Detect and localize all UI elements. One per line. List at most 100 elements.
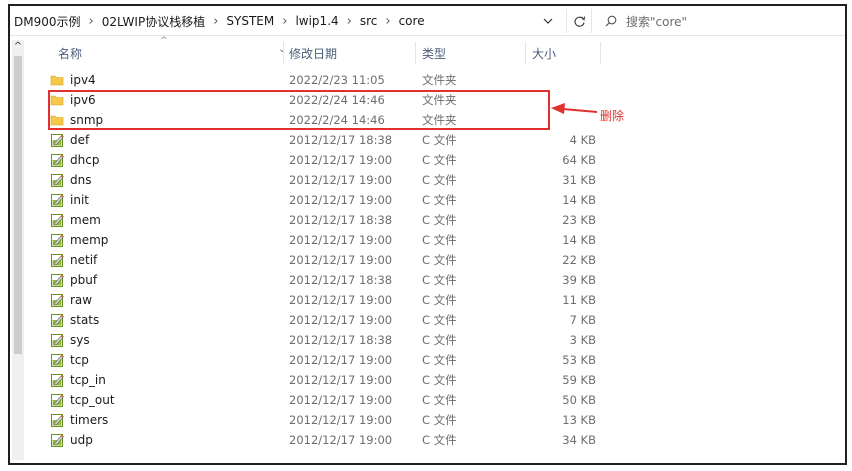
file-type: C 文件 [422, 233, 457, 247]
file-row[interactable]: tcp 2012/12/17 19:00 C 文件 53 KB [10, 350, 845, 370]
file-modified-date: 2012/12/17 19:00 [289, 393, 393, 407]
column-divider[interactable] [415, 42, 416, 64]
scroll-up-arrow-icon[interactable]: ^ [12, 40, 24, 54]
file-size [530, 70, 596, 90]
chevron-right-icon[interactable]: › [385, 14, 390, 29]
file-name: def [70, 133, 90, 147]
file-modified-date: 2022/2/23 11:05 [289, 73, 385, 87]
file-type: C 文件 [422, 293, 457, 307]
folder-icon [50, 70, 66, 90]
address-bar-row: DM900示例 › 02LWIP协议栈移植 › SYSTEM › lwip1.4… [10, 6, 845, 36]
file-row[interactable]: sys 2012/12/17 18:38 C 文件 3 KB [10, 330, 845, 350]
file-type: C 文件 [422, 333, 457, 347]
file-row[interactable]: netif 2012/12/17 19:00 C 文件 22 KB [10, 250, 845, 270]
file-modified-date: 2012/12/17 19:00 [289, 233, 393, 247]
file-modified-date: 2012/12/17 19:00 [289, 353, 393, 367]
file-size: 13 KB [562, 413, 596, 427]
c-file-icon [50, 370, 66, 390]
annotation-highlight-box [48, 90, 550, 130]
file-modified-date: 2012/12/17 18:38 [289, 213, 393, 227]
search-input[interactable]: 搜索"core" [626, 13, 687, 30]
file-name: netif [70, 253, 98, 267]
c-file-icon [50, 210, 66, 230]
file-size: 59 KB [562, 373, 596, 387]
breadcrumb-item[interactable]: 02LWIP协议栈移植 [102, 13, 206, 30]
file-name: tcp_out [70, 393, 115, 407]
chevron-right-icon[interactable]: › [213, 14, 218, 29]
file-name: udp [70, 433, 93, 447]
column-divider[interactable] [283, 42, 284, 64]
file-modified-date: 2012/12/17 19:00 [289, 413, 393, 427]
file-row[interactable]: dhcp 2012/12/17 19:00 C 文件 64 KB [10, 150, 845, 170]
file-row[interactable]: def 2012/12/17 18:38 C 文件 4 KB [10, 130, 845, 150]
chevron-right-icon[interactable]: › [282, 14, 287, 29]
file-size: 11 KB [562, 293, 596, 307]
file-size: 14 KB [562, 233, 596, 247]
file-modified-date: 2012/12/17 19:00 [289, 173, 393, 187]
file-type: C 文件 [422, 173, 457, 187]
file-row[interactable]: timers 2012/12/17 19:00 C 文件 13 KB [10, 410, 845, 430]
file-row[interactable]: mem 2012/12/17 18:38 C 文件 23 KB [10, 210, 845, 230]
breadcrumb-item[interactable]: core [399, 14, 425, 28]
file-row[interactable]: dns 2012/12/17 19:00 C 文件 31 KB [10, 170, 845, 190]
file-size: 7 KB [569, 313, 596, 327]
file-name: init [70, 193, 89, 207]
file-name: sys [70, 333, 90, 347]
file-row[interactable]: ipv4 2022/2/23 11:05 文件夹 [10, 70, 845, 90]
file-size: 14 KB [562, 193, 596, 207]
breadcrumb-item[interactable]: src [360, 14, 378, 28]
column-header-type[interactable]: 类型 [422, 40, 446, 66]
column-header-name[interactable]: 名称 [58, 40, 82, 66]
file-row[interactable]: memp 2012/12/17 19:00 C 文件 14 KB [10, 230, 845, 250]
file-size: 50 KB [562, 393, 596, 407]
file-modified-date: 2012/12/17 19:00 [289, 433, 393, 447]
breadcrumb-item[interactable]: SYSTEM [226, 14, 274, 28]
file-size: 4 KB [569, 133, 596, 147]
file-type: C 文件 [422, 273, 457, 287]
c-file-icon [50, 430, 66, 450]
file-type: C 文件 [422, 253, 457, 267]
sort-ascending-icon: ^ [160, 36, 168, 46]
file-size: 39 KB [562, 273, 596, 287]
column-divider[interactable] [525, 42, 526, 64]
file-row[interactable]: init 2012/12/17 19:00 C 文件 14 KB [10, 190, 845, 210]
c-file-icon [50, 290, 66, 310]
file-name: mem [70, 213, 101, 227]
column-divider[interactable] [600, 42, 601, 64]
file-size: 23 KB [562, 213, 596, 227]
refresh-icon[interactable] [566, 9, 592, 33]
file-modified-date: 2012/12/17 18:38 [289, 333, 393, 347]
file-row[interactable]: raw 2012/12/17 19:00 C 文件 11 KB [10, 290, 845, 310]
file-type: C 文件 [422, 353, 457, 367]
breadcrumb-item[interactable]: DM900示例 [14, 13, 81, 30]
chevron-right-icon[interactable]: › [347, 14, 352, 29]
file-name: dns [70, 173, 92, 187]
file-modified-date: 2012/12/17 19:00 [289, 313, 393, 327]
chevron-right-icon[interactable]: › [89, 14, 94, 29]
file-row[interactable]: stats 2012/12/17 19:00 C 文件 7 KB [10, 310, 845, 330]
file-type: C 文件 [422, 193, 457, 207]
file-row[interactable]: udp 2012/12/17 19:00 C 文件 34 KB [10, 430, 845, 450]
file-type: C 文件 [422, 413, 457, 427]
chevron-down-icon[interactable] [538, 10, 558, 32]
c-file-icon [50, 270, 66, 290]
breadcrumb-item[interactable]: lwip1.4 [295, 14, 338, 28]
file-name: stats [70, 313, 100, 327]
file-row[interactable]: tcp_in 2012/12/17 19:00 C 文件 59 KB [10, 370, 845, 390]
file-type: C 文件 [422, 153, 457, 167]
c-file-icon [50, 170, 66, 190]
file-name: memp [70, 233, 109, 247]
search-box[interactable]: 搜索"core" [600, 9, 840, 33]
breadcrumb[interactable]: DM900示例 › 02LWIP协议栈移植 › SYSTEM › lwip1.4… [14, 9, 566, 33]
file-modified-date: 2012/12/17 19:00 [289, 373, 393, 387]
file-name: tcp [70, 353, 89, 367]
file-row[interactable]: tcp_out 2012/12/17 19:00 C 文件 50 KB [10, 390, 845, 410]
file-size: 53 KB [562, 353, 596, 367]
column-header-size[interactable]: 大小 [532, 40, 556, 66]
c-file-icon [50, 350, 66, 370]
file-row[interactable]: pbuf 2012/12/17 18:38 C 文件 39 KB [10, 270, 845, 290]
search-icon [600, 15, 622, 27]
column-header-date[interactable]: 修改日期 [289, 40, 337, 66]
c-file-icon [50, 130, 66, 150]
file-type: C 文件 [422, 373, 457, 387]
